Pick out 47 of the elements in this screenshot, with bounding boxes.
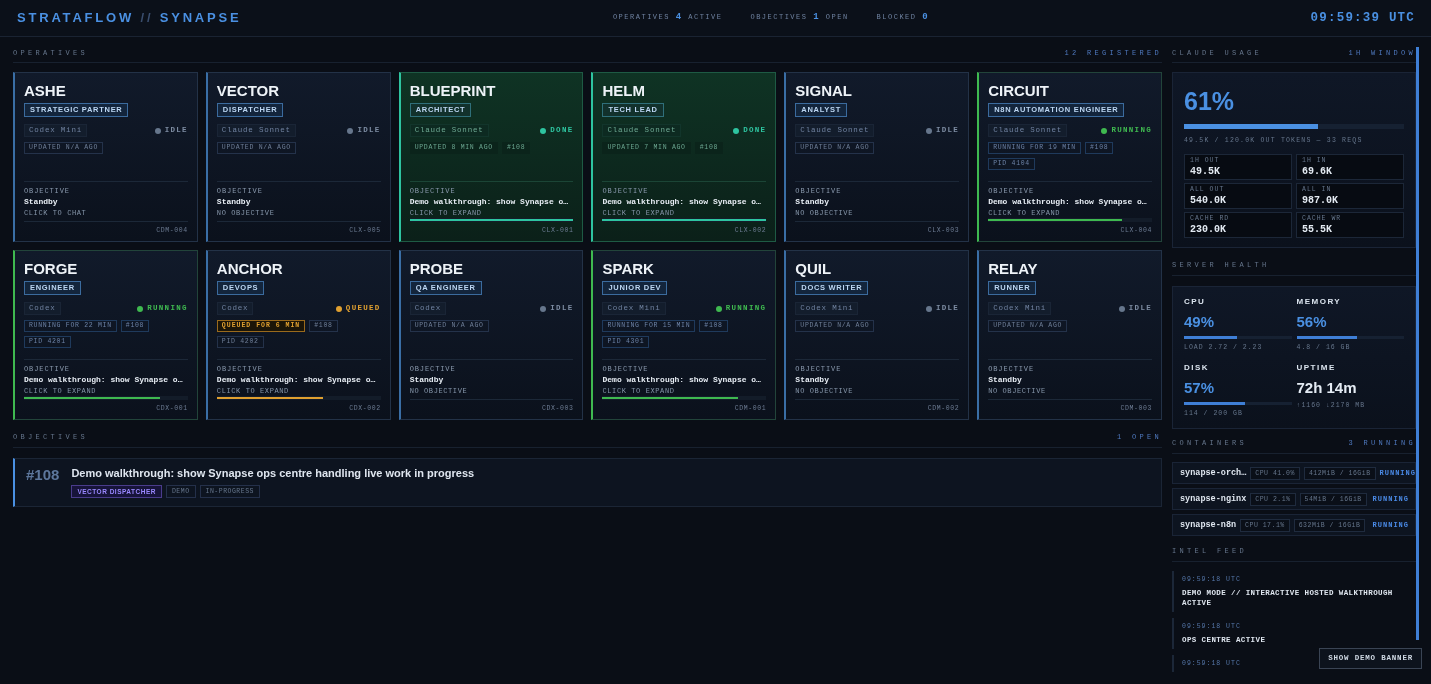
objective-number: #108 xyxy=(26,467,60,483)
container-name: synapse-n8n xyxy=(1180,518,1237,532)
metric-label: DISK xyxy=(1184,363,1211,373)
operative-name: CIRCUIT xyxy=(988,82,1049,100)
scrollbar[interactable] xyxy=(1416,47,1419,640)
objective-text: Demo walkthrough: show Synapse o… xyxy=(602,374,762,386)
stat-value: 987.0K xyxy=(1302,194,1339,207)
metric-value: 72h 14m xyxy=(1296,378,1358,397)
objective-text: Demo walkthrough: show Synapse o… xyxy=(988,196,1148,208)
objective-text: Standby xyxy=(795,196,830,208)
objective-text: Demo walkthrough: show Synapse o… xyxy=(24,374,184,386)
stat-value: 230.0K xyxy=(1190,223,1227,236)
app-title: STRATAFLOW // SYNAPSE xyxy=(17,9,242,28)
operative-name: ANCHOR xyxy=(216,260,283,278)
metric-label: MEMORY xyxy=(1296,297,1343,307)
clock: 09:59:39 UTC xyxy=(1310,9,1415,27)
metric-label: UPTIME xyxy=(1296,363,1337,373)
operative-name: RELAY xyxy=(988,260,1038,278)
objective-title: Demo walkthrough: show Synapse ops centre handling live work in progress xyxy=(71,466,475,481)
usage-percent: 61% xyxy=(1184,86,1235,116)
stat-value: 55.5K xyxy=(1302,223,1333,236)
objective-text: Standby xyxy=(24,196,59,208)
operative-name: BLUEPRINT xyxy=(409,82,496,100)
stat-value: 540.0K xyxy=(1190,194,1227,207)
objective-text: Standby xyxy=(216,196,252,208)
stat-value: 49.5K xyxy=(1190,165,1221,178)
operative-name: ASHE xyxy=(24,82,66,100)
metric-label: CPU xyxy=(1184,297,1207,307)
objective-text: Demo walkthrough: show Synapse o… xyxy=(602,196,762,208)
metric-value: 49% xyxy=(1184,312,1216,331)
operative-name: QUIL xyxy=(795,260,832,278)
objective-text: Standby xyxy=(409,374,445,386)
objective-text: Standby xyxy=(795,374,830,386)
stat-value: 69.6K xyxy=(1302,165,1333,178)
metric-value: 57% xyxy=(1184,378,1216,397)
operative-name: HELM xyxy=(602,82,645,100)
objective-text: Demo walkthrough: show Synapse o… xyxy=(216,374,377,386)
container-name: synapse-orch… xyxy=(1180,466,1247,480)
operative-name: FORGE xyxy=(24,260,78,278)
operative-name: VECTOR xyxy=(216,82,280,100)
objective-text: Standby xyxy=(988,374,1023,386)
operative-name: PROBE xyxy=(409,260,463,278)
objective-text: Demo walkthrough: show Synapse o… xyxy=(409,196,570,208)
operative-name: SPARK xyxy=(602,260,654,278)
operative-name: SIGNAL xyxy=(795,82,852,100)
metric-value: 56% xyxy=(1296,312,1328,331)
container-name: synapse-nginx xyxy=(1180,492,1247,506)
